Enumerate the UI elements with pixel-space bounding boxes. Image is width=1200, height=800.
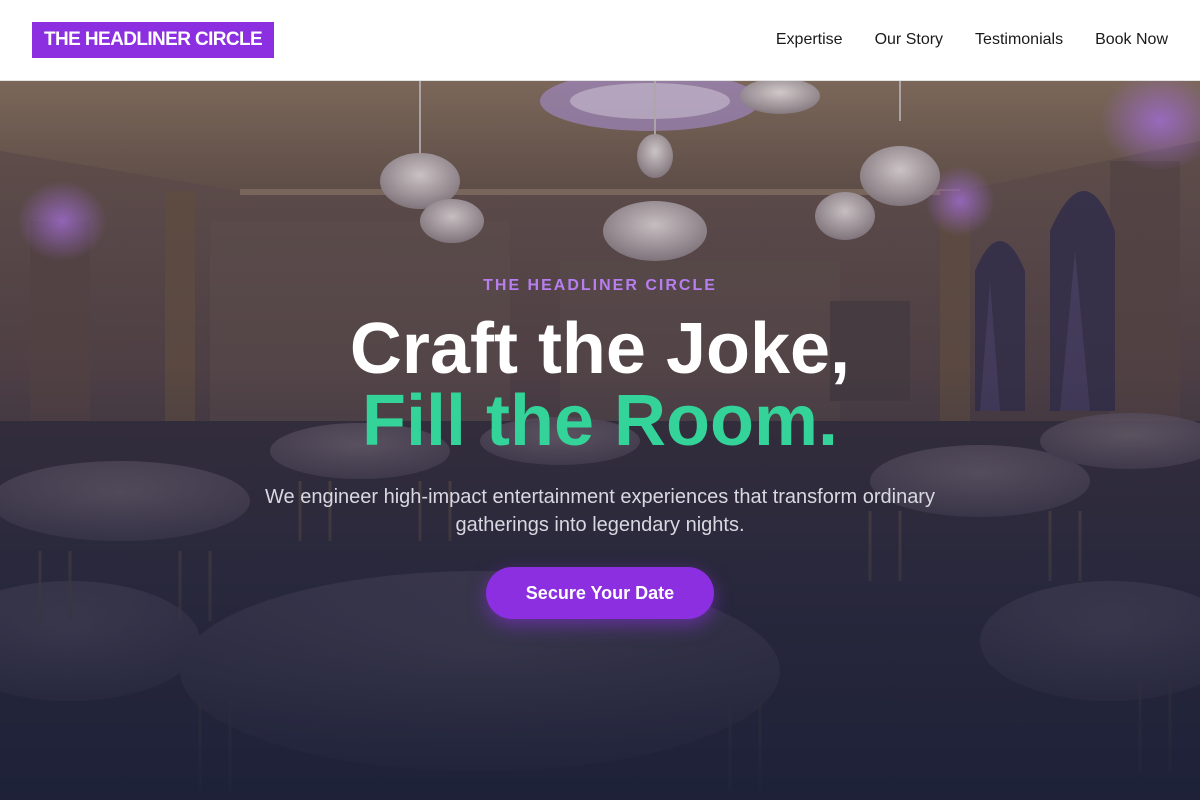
hero-subtitle: We engineer high-impact entertainment ex…: [265, 486, 935, 536]
secure-date-button[interactable]: Secure Your Date: [486, 567, 714, 619]
nav-link-expertise[interactable]: Expertise: [776, 31, 843, 49]
nav-link-book-now[interactable]: Book Now: [1095, 31, 1168, 49]
nav-link-testimonials[interactable]: Testimonials: [975, 31, 1063, 49]
main-nav: Expertise Our Story Testimonials Book No…: [776, 31, 1168, 49]
logo[interactable]: THE HEADLINER CIRCLE: [32, 22, 275, 58]
hero-section: THE HEADLINER CIRCLE Craft the Joke, Fil…: [0, 81, 1200, 800]
hero-eyebrow: THE HEADLINER CIRCLE: [483, 277, 717, 294]
hero-headline: Craft the Joke,: [349, 309, 851, 389]
hero-headline-accent: Fill the Room.: [362, 381, 838, 461]
nav-link-our-story[interactable]: Our Story: [875, 31, 943, 49]
site-header: THE HEADLINER CIRCLE Expertise Our Story…: [0, 0, 1200, 81]
